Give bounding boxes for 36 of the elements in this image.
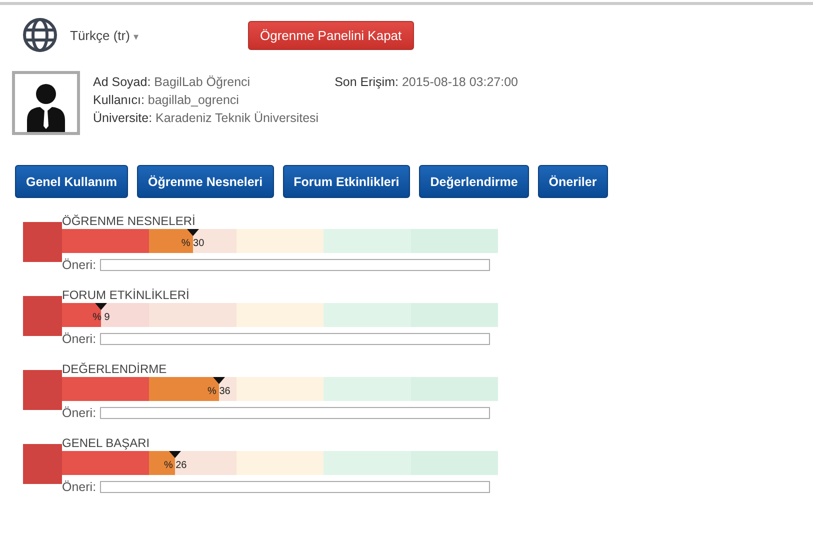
- status-square: [23, 222, 62, 262]
- suggestion-field[interactable]: [100, 481, 490, 493]
- nav-button[interactable]: Forum Etkinlikleri: [282, 165, 410, 198]
- suggestion-label: Öneri:: [62, 332, 96, 346]
- nav-button[interactable]: Öğrenme Nesneleri: [137, 165, 274, 198]
- pointer-icon: [212, 377, 225, 384]
- suggestion-label: Öneri:: [62, 406, 96, 420]
- language-selector[interactable]: Türkçe (tr) ▾: [70, 28, 248, 42]
- suggestion-field[interactable]: [100, 333, 490, 345]
- close-panel-button[interactable]: Ögrenme Panelini Kapat: [248, 20, 414, 50]
- nav-button[interactable]: Genel Kullanım: [15, 165, 128, 198]
- suggestion-label: Öneri:: [62, 480, 96, 494]
- profile-field: Kullanıcı: bagillab_ogrenci: [93, 91, 319, 109]
- pointer-icon: [186, 229, 199, 236]
- nav-button[interactable]: Öneriler: [538, 165, 608, 198]
- pointer-icon: [95, 303, 108, 310]
- section-title: GENEL BAŞARI: [62, 436, 151, 451]
- status-square: [23, 370, 62, 410]
- status-square: [23, 444, 62, 484]
- percent-label: % 30: [180, 238, 206, 249]
- profile-field: Üniversite: Karadeniz Teknik Üniversitesi: [93, 109, 319, 127]
- section-title: ÖĞRENME NESNELERİ: [62, 214, 196, 229]
- suggestion-field[interactable]: [100, 259, 490, 271]
- percent-label: % 26: [162, 460, 188, 471]
- user-silhouette-icon: [26, 82, 66, 132]
- status-square: [23, 296, 62, 336]
- suggestion-label: Öneri:: [62, 258, 96, 272]
- last-access-text: Son Erişim: 2015-08-18 03:27:00: [334, 74, 518, 91]
- globe-icon: [22, 17, 58, 53]
- section-title: FORUM ETKİNLİKLERİ: [62, 288, 190, 303]
- suggestion-field[interactable]: [100, 407, 490, 419]
- nav-button[interactable]: Değerlendirme: [419, 165, 529, 198]
- percent-label: % 36: [206, 386, 232, 397]
- profile-field: Ad Soyad: BagilLab Öğrenci: [93, 73, 319, 91]
- pointer-icon: [169, 451, 182, 458]
- section-title: DEĞERLENDİRME: [62, 362, 168, 377]
